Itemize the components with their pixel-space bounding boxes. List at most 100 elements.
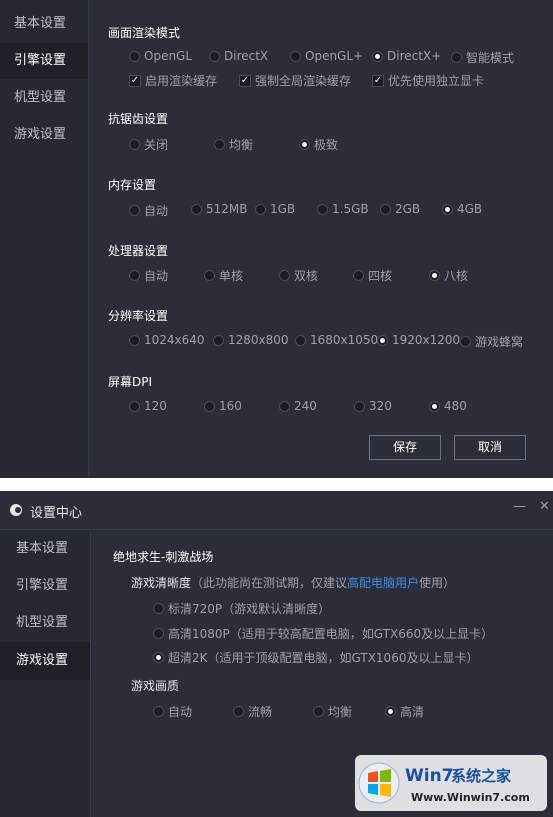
option-label: 240 [294, 399, 317, 413]
sidebar-item-basic[interactable]: 基本设置 [0, 530, 90, 568]
resolution-option-1680x1050[interactable]: 1680x1050 [295, 333, 378, 347]
cpu-option-octa[interactable]: 八核 [429, 267, 468, 284]
sidebar-item-engine[interactable]: 引擎设置 [0, 43, 88, 79]
option-label: 双核 [294, 269, 319, 283]
option-label: 自动 [144, 269, 169, 283]
option-label: 2GB [395, 202, 421, 216]
radio-icon [191, 203, 202, 215]
option-label: 标清720P（游戏默认清晰度） [168, 602, 331, 616]
clarity-hint-end: 使用） [419, 576, 456, 590]
radio-icon [233, 706, 244, 717]
sidebar-item-model[interactable]: 机型设置 [0, 604, 90, 642]
sidebar-item-engine[interactable]: 引擎设置 [0, 567, 90, 605]
clarity-title-row: 游戏清晰度（此功能尚在测试期，仅建议高配电脑用户使用） [131, 574, 455, 591]
dpi-option-480[interactable]: 480 [429, 399, 467, 413]
memory-option-1-5gb[interactable]: 1.5GB [317, 202, 369, 216]
resolution-option-1024x640[interactable]: 1024x640 [129, 333, 205, 347]
radio-icon [153, 603, 164, 614]
radio-icon [313, 706, 324, 717]
settings-center-window: 设置中心 — ✕ 基本设置 引擎设置 机型设置 游戏设置 绝地求生-刺激战场 游… [0, 491, 553, 817]
high-config-users-link[interactable]: 高配电脑用户 [347, 576, 419, 590]
engine-settings-content: 画面渲染模式 OpenGL DirectX OpenGL+ DirectX+ 智… [89, 0, 553, 478]
clarity-option-720p[interactable]: 标清720P（游戏默认清晰度） [153, 600, 330, 617]
watermark-brand: Win7 [405, 766, 454, 786]
cpu-title: 处理器设置 [108, 244, 169, 258]
option-label: DirectX [224, 49, 269, 63]
radio-selected-icon [377, 334, 388, 346]
render-option-directx-plus[interactable]: DirectX+ [372, 49, 441, 63]
memory-option-2gb[interactable]: 2GB [380, 202, 420, 216]
option-label: 1920x1200 [392, 333, 461, 347]
resolution-title: 分辨率设置 [108, 309, 169, 323]
minimize-button[interactable]: — [513, 499, 526, 514]
save-button[interactable]: 保存 [369, 435, 441, 460]
option-label: 智能模式 [466, 51, 515, 65]
resolution-option-1920x1200[interactable]: 1920x1200 [377, 333, 460, 347]
option-label: OpenGL [144, 49, 193, 63]
cpu-option-dual[interactable]: 双核 [279, 267, 318, 284]
resolution-option-1280x800[interactable]: 1280x800 [213, 333, 289, 347]
option-label: DirectX+ [387, 49, 442, 63]
app-logo-icon [10, 504, 22, 516]
aa-option-balanced[interactable]: 均衡 [214, 136, 253, 153]
radio-icon [317, 203, 328, 215]
radio-icon [153, 706, 164, 717]
quality-option-balanced[interactable]: 均衡 [313, 703, 352, 720]
quality-option-smooth[interactable]: 流畅 [233, 703, 272, 720]
radio-icon [353, 270, 364, 281]
radio-selected-icon [385, 706, 396, 717]
quality-option-auto[interactable]: 自动 [153, 703, 192, 720]
radio-icon [279, 270, 290, 281]
clarity-option-1080p[interactable]: 高清1080P（适用于较高配置电脑，如GTX660及以上显卡） [153, 625, 493, 642]
option-label: 流畅 [248, 705, 273, 719]
radio-icon [295, 334, 306, 346]
cpu-option-auto[interactable]: 自动 [129, 267, 168, 284]
option-label: 4GB [457, 202, 483, 216]
option-label: 强制全局渲染缓存 [255, 74, 352, 88]
render-option-opengl-plus[interactable]: OpenGL+ [290, 49, 363, 63]
option-label: 游戏蜂窝 [475, 335, 524, 349]
option-label: 1280x800 [228, 333, 289, 347]
aa-option-off[interactable]: 关闭 [129, 136, 168, 153]
memory-option-auto[interactable]: 自动 [129, 202, 168, 219]
dpi-option-120[interactable]: 120 [129, 399, 167, 413]
dpi-option-160[interactable]: 160 [204, 399, 242, 413]
memory-title: 内存设置 [108, 178, 157, 192]
radio-selected-icon [372, 50, 383, 62]
aa-option-extreme[interactable]: 极致 [299, 136, 338, 153]
quality-option-hd[interactable]: 高清 [385, 703, 424, 720]
radio-icon [129, 400, 140, 412]
resolution-option-hive[interactable]: 游戏蜂窝 [460, 333, 523, 350]
sidebar-item-model[interactable]: 机型设置 [0, 80, 88, 116]
option-label: 优先使用独立显卡 [388, 74, 485, 88]
render-option-directx[interactable]: DirectX [209, 49, 268, 63]
option-label: 160 [219, 399, 242, 413]
close-button[interactable]: ✕ [539, 499, 550, 514]
option-label: 高清 [400, 705, 425, 719]
dpi-option-240[interactable]: 240 [279, 399, 317, 413]
checkbox-checked-icon: ✓ [239, 74, 251, 87]
option-label: 八核 [444, 269, 469, 283]
sidebar-item-game[interactable]: 游戏设置 [0, 642, 90, 680]
radio-icon [290, 50, 301, 62]
option-label: 1680x1050 [310, 333, 379, 347]
check-force-global-cache[interactable]: ✓ 强制全局渲染缓存 [239, 72, 351, 89]
render-option-opengl[interactable]: OpenGL [129, 49, 192, 63]
radio-icon [129, 139, 140, 150]
sidebar-item-basic[interactable]: 基本设置 [0, 6, 88, 42]
sidebar-item-game[interactable]: 游戏设置 [0, 117, 88, 153]
memory-option-1gb[interactable]: 1GB [255, 202, 295, 216]
check-render-cache[interactable]: ✓ 启用渲染缓存 [129, 72, 217, 89]
dpi-option-320[interactable]: 320 [354, 399, 392, 413]
cpu-option-quad[interactable]: 四核 [353, 267, 392, 284]
sidebar: 基本设置 引擎设置 机型设置 游戏设置 [0, 530, 91, 817]
window-title: 设置中心 [30, 506, 83, 521]
watermark-brand-suffix: 系统之家 [451, 767, 511, 785]
cancel-button[interactable]: 取消 [454, 435, 526, 460]
memory-option-512mb[interactable]: 512MB [191, 202, 248, 216]
cpu-option-single[interactable]: 单核 [204, 267, 243, 284]
check-prefer-dedicated-gpu[interactable]: ✓ 优先使用独立显卡 [372, 72, 484, 89]
clarity-option-2k[interactable]: 超清2K（适用于顶级配置电脑，如GTX1060及以上显卡） [153, 649, 478, 666]
memory-option-4gb[interactable]: 4GB [442, 202, 482, 216]
render-option-smart[interactable]: 智能模式 [451, 49, 514, 66]
